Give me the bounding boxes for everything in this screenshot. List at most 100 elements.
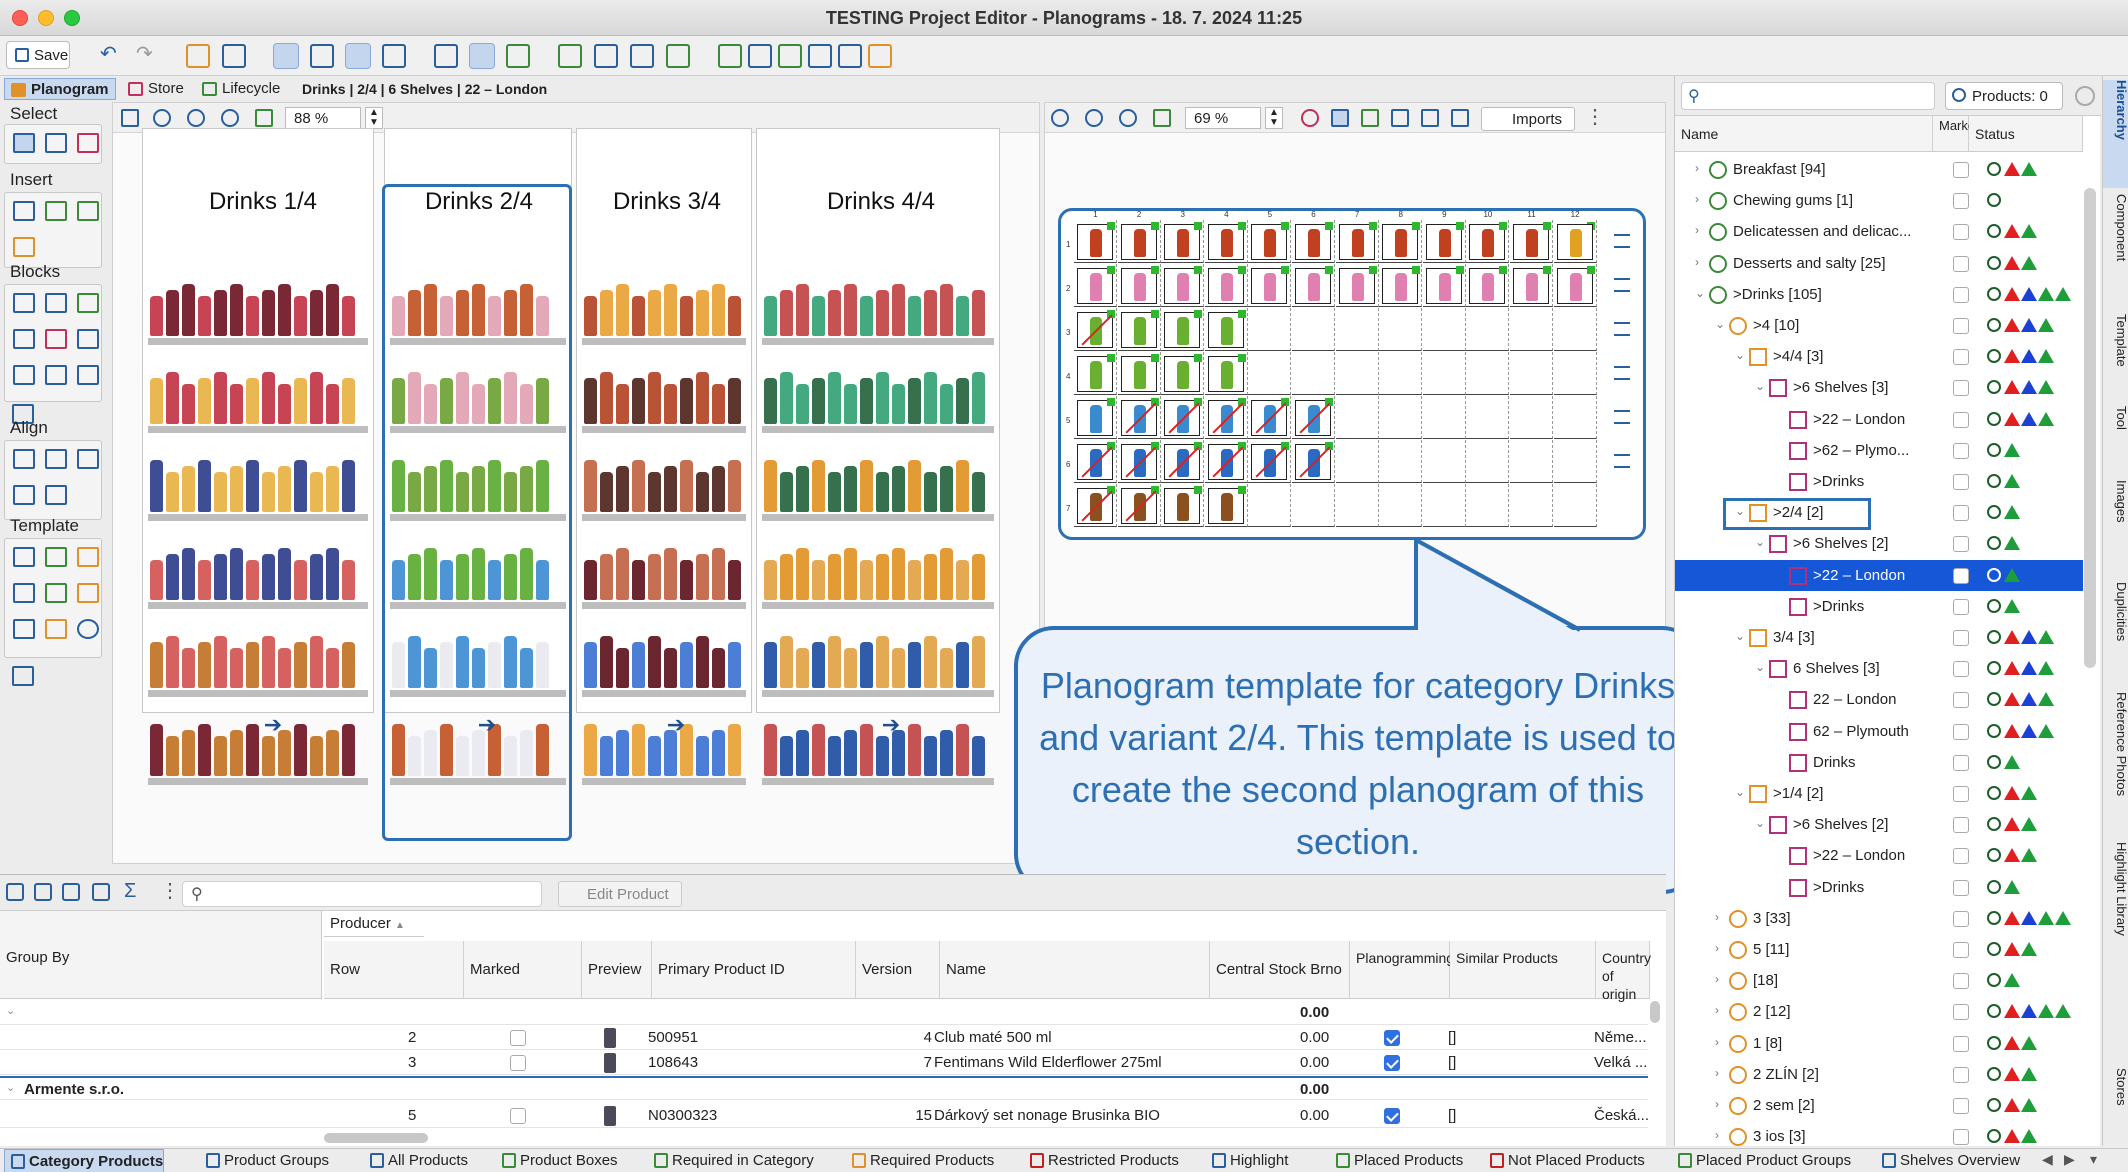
node-marked-checbox[interactable] bbox=[1953, 786, 1969, 802]
product-image[interactable] bbox=[278, 284, 291, 336]
node-marked-checbox[interactable] bbox=[1953, 754, 1969, 771]
product-image[interactable] bbox=[892, 466, 905, 512]
product-image[interactable] bbox=[648, 472, 661, 512]
grid-product[interactable] bbox=[1164, 354, 1203, 392]
side-tab-template[interactable]: Template bbox=[2103, 314, 2128, 402]
product-image[interactable] bbox=[924, 636, 937, 688]
hierarchy-scrollbar[interactable] bbox=[2084, 188, 2096, 668]
product-image[interactable] bbox=[764, 296, 777, 336]
tree-node[interactable]: 22 – London bbox=[1675, 684, 2083, 715]
product-image[interactable] bbox=[680, 378, 693, 424]
move-icon[interactable] bbox=[13, 365, 35, 385]
product-image[interactable] bbox=[584, 296, 597, 336]
product-image[interactable] bbox=[728, 378, 741, 424]
table-row[interactable]: ⌄ 0.00 bbox=[0, 1001, 1648, 1025]
grid-icon[interactable] bbox=[1421, 109, 1439, 127]
bottom-tab[interactable]: Product Groups bbox=[200, 1149, 329, 1172]
product-image[interactable] bbox=[198, 560, 211, 600]
product-image[interactable] bbox=[294, 642, 307, 688]
product-image[interactable] bbox=[876, 372, 889, 424]
planogramming-checkbox[interactable] bbox=[1384, 1108, 1400, 1124]
tree-node[interactable]: ⌄ 3/4 [3] bbox=[1675, 622, 2083, 653]
grid-product[interactable] bbox=[1077, 354, 1115, 392]
insert-text-icon[interactable] bbox=[13, 237, 35, 257]
product-image[interactable] bbox=[728, 560, 741, 600]
block-8-icon[interactable] bbox=[45, 365, 67, 385]
template-grid[interactable] bbox=[1074, 220, 1600, 528]
product-image[interactable] bbox=[616, 384, 629, 424]
product-image[interactable] bbox=[860, 460, 873, 512]
bottom-tab[interactable]: All Products bbox=[364, 1149, 468, 1172]
product-image[interactable] bbox=[972, 290, 985, 336]
product-image[interactable] bbox=[696, 290, 709, 336]
product-image[interactable] bbox=[198, 378, 211, 424]
product-image[interactable] bbox=[166, 636, 179, 688]
tree-node[interactable]: › Delicatessen and delicac... bbox=[1675, 216, 2083, 247]
product-image[interactable] bbox=[600, 636, 613, 688]
product-image[interactable] bbox=[828, 636, 841, 688]
row-options-icon[interactable] bbox=[1614, 366, 1630, 380]
tree-node[interactable]: › 2 ZLÍN [2] bbox=[1675, 1059, 2083, 1090]
product-image[interactable] bbox=[182, 384, 195, 424]
product-image[interactable] bbox=[956, 296, 969, 336]
product-image[interactable] bbox=[648, 290, 661, 336]
insert-shelf-icon[interactable] bbox=[13, 201, 35, 221]
product-image[interactable] bbox=[326, 548, 339, 600]
node-marked-checbox[interactable] bbox=[1953, 817, 1969, 834]
side-tab-hierarchy[interactable]: Hierarchy bbox=[2103, 80, 2128, 188]
product-image[interactable] bbox=[198, 460, 211, 512]
product-image[interactable] bbox=[664, 548, 677, 600]
product-image[interactable] bbox=[310, 736, 323, 776]
product-image[interactable] bbox=[278, 648, 291, 688]
product-image[interactable] bbox=[764, 560, 777, 600]
reset-filter-icon[interactable] bbox=[2075, 86, 2095, 106]
product-image[interactable] bbox=[908, 296, 921, 336]
grid-product[interactable] bbox=[1164, 266, 1203, 304]
tree-node[interactable]: >22 – London bbox=[1675, 840, 2083, 871]
product-image[interactable] bbox=[600, 736, 613, 776]
grid-product[interactable] bbox=[1295, 222, 1333, 260]
product-image[interactable] bbox=[908, 642, 921, 688]
product-image[interactable] bbox=[728, 724, 741, 776]
product-image[interactable] bbox=[812, 560, 825, 600]
product-image[interactable] bbox=[342, 724, 355, 776]
align-left-icon[interactable] bbox=[13, 449, 35, 469]
product-image[interactable] bbox=[940, 730, 953, 776]
bottom-tab[interactable]: Not Placed Products bbox=[1484, 1149, 1645, 1172]
product-image[interactable] bbox=[262, 372, 275, 424]
product-image[interactable] bbox=[150, 724, 163, 776]
node-marked-checbox[interactable] bbox=[1953, 630, 1969, 646]
grid-product[interactable] bbox=[1513, 266, 1551, 304]
expand-chevron-icon[interactable]: ⌄ bbox=[1735, 785, 1745, 799]
product-image[interactable] bbox=[294, 296, 307, 336]
product-image[interactable] bbox=[956, 378, 969, 424]
zoom-fit-icon[interactable] bbox=[255, 109, 273, 127]
product-image[interactable] bbox=[812, 460, 825, 512]
bottom-tab[interactable]: Placed Product Groups bbox=[1672, 1149, 1851, 1172]
side-tab-component[interactable]: Component bbox=[2103, 194, 2128, 308]
grid-product[interactable] bbox=[1207, 486, 1246, 524]
block-9-icon[interactable] bbox=[77, 365, 99, 385]
side-tab-duplicities[interactable]: Duplicities bbox=[2103, 582, 2128, 686]
product-image[interactable] bbox=[728, 460, 741, 512]
col-marked[interactable]: Marked bbox=[1933, 116, 1982, 152]
grid-product[interactable] bbox=[1077, 222, 1115, 260]
grid-product[interactable] bbox=[1077, 442, 1115, 480]
product-image[interactable] bbox=[712, 384, 725, 424]
product-image[interactable] bbox=[198, 296, 211, 336]
side-tab-reference-photos[interactable]: Reference Photos bbox=[2103, 692, 2128, 836]
product-image[interactable] bbox=[326, 284, 339, 336]
grid-product[interactable] bbox=[1077, 486, 1115, 524]
grid-product[interactable] bbox=[1120, 222, 1159, 260]
more-icon[interactable]: ⋮ bbox=[160, 879, 180, 903]
product-image[interactable] bbox=[876, 290, 889, 336]
expand-chevron-icon[interactable]: › bbox=[1695, 192, 1699, 206]
product-image[interactable] bbox=[230, 548, 243, 600]
tree-node[interactable]: >Drinks bbox=[1675, 872, 2083, 903]
product-image[interactable] bbox=[632, 378, 645, 424]
product-image[interactable] bbox=[712, 730, 725, 776]
product-image[interactable] bbox=[764, 460, 777, 512]
marked-checkbox[interactable] bbox=[510, 1030, 526, 1046]
product-image[interactable] bbox=[764, 724, 777, 776]
node-marked-checbox[interactable] bbox=[1953, 1066, 1969, 1083]
